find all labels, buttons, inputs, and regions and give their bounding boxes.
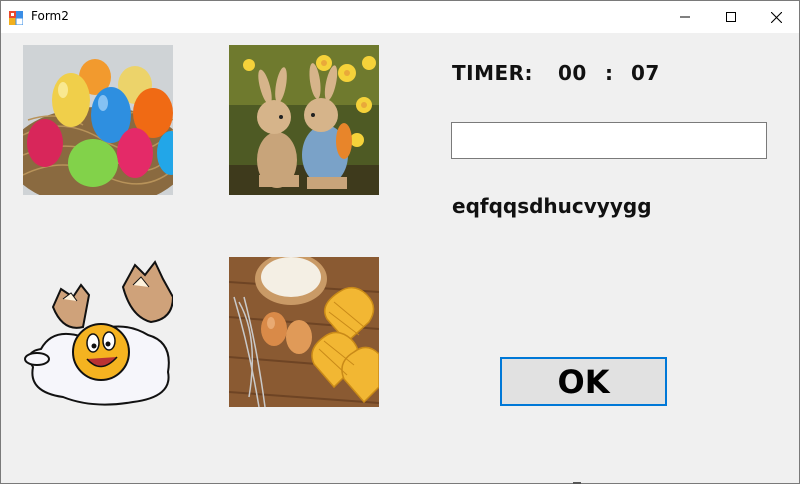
timer-separator: : <box>605 61 614 85</box>
maximize-icon <box>726 12 736 22</box>
form2-window: Form2 TIMER: 00: 07 eqfqqsdhucvyygg OK <box>0 0 800 484</box>
minimize-icon <box>680 16 690 18</box>
timer-label: TIMER: <box>452 61 534 85</box>
ok-button[interactable]: OK <box>500 357 667 406</box>
eggs-flour-waffles-image[interactable] <box>229 257 379 407</box>
answer-input[interactable] <box>451 122 767 159</box>
easter-eggs-in-nest-image[interactable] <box>23 45 173 195</box>
title-bar[interactable]: Form2 <box>1 1 799 33</box>
close-icon <box>770 11 782 23</box>
minimize-button[interactable] <box>662 1 708 33</box>
captcha-code-text: eqfqqsdhucvyygg <box>452 194 652 218</box>
timer-minutes: 00 <box>558 61 587 85</box>
maximize-button[interactable] <box>708 1 754 33</box>
timer-seconds: 07 <box>631 61 660 85</box>
window-title: Form2 <box>31 9 69 23</box>
close-button[interactable] <box>753 1 799 33</box>
bunny-figurines-image[interactable] <box>229 45 379 195</box>
app-icon <box>9 10 24 26</box>
cartoon-cracked-egg-image[interactable] <box>23 257 173 407</box>
